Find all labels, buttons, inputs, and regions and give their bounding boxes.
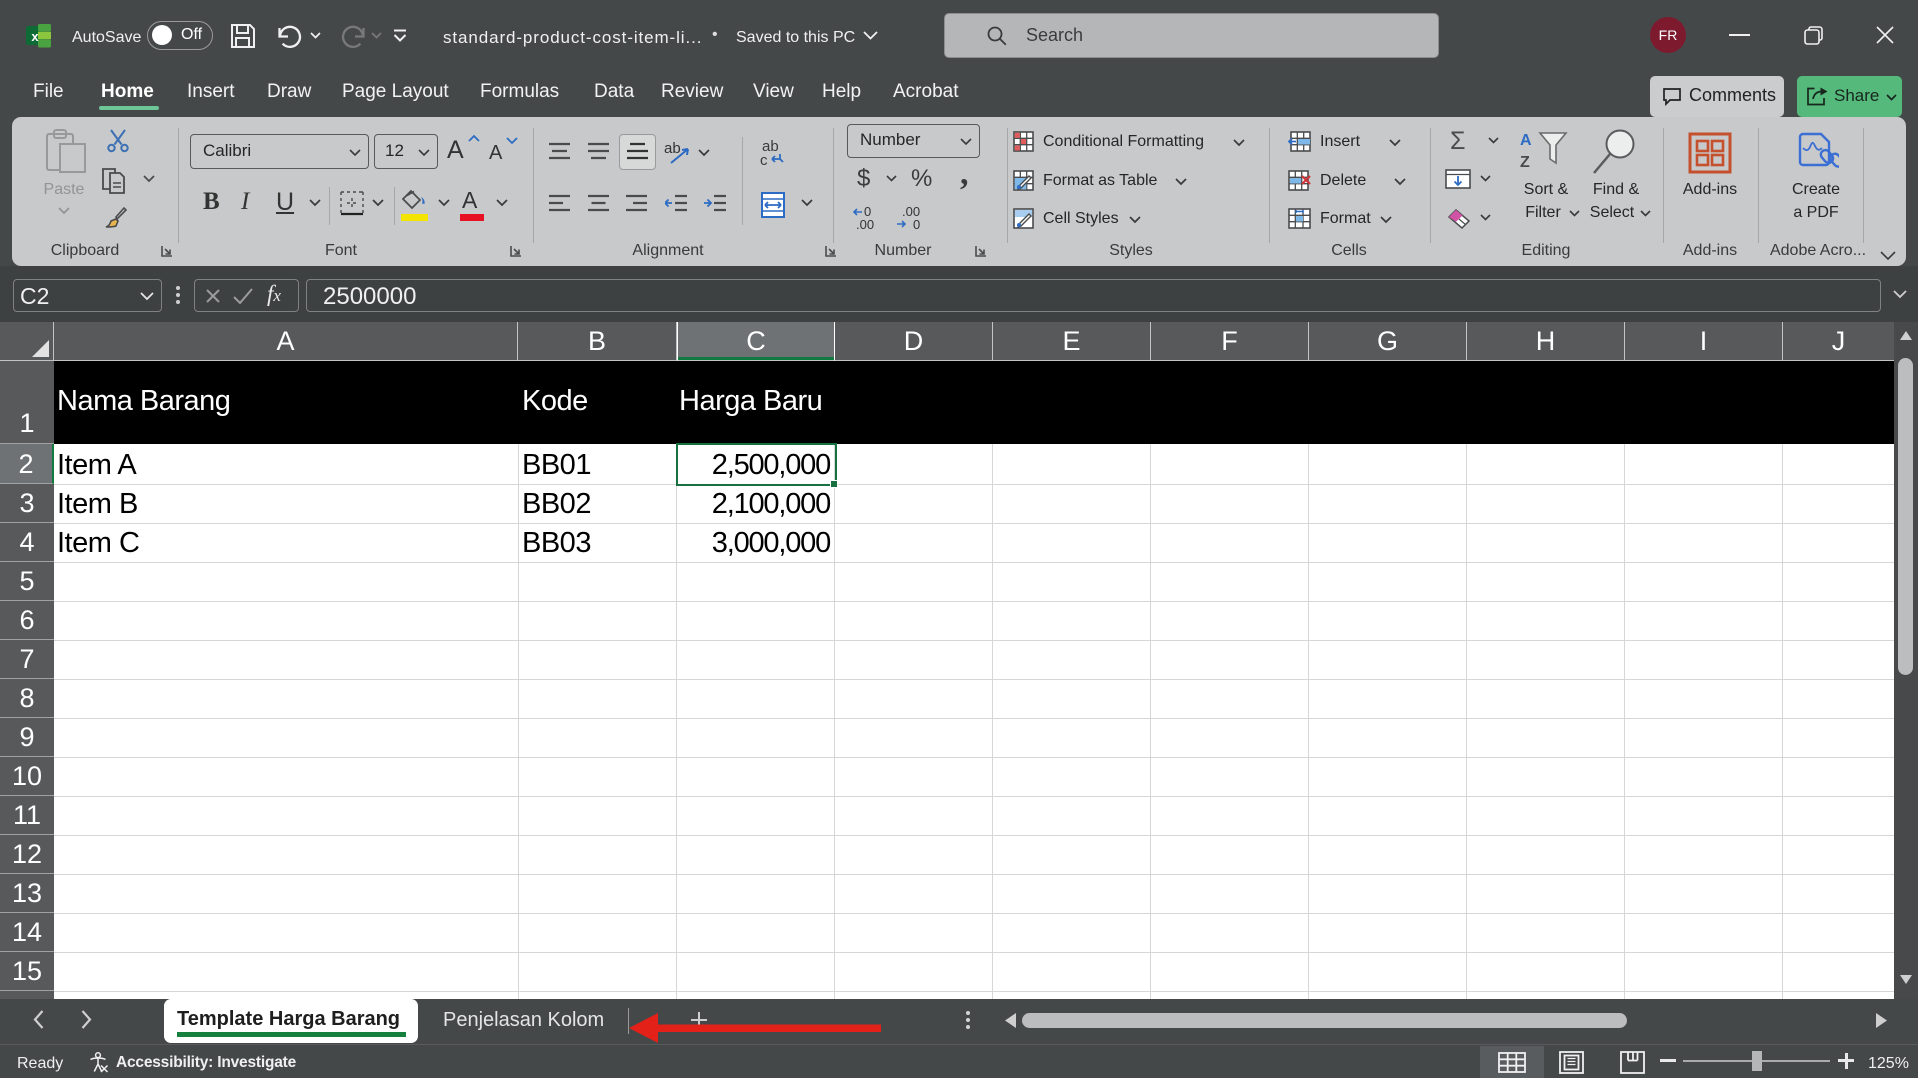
svg-text:.00: .00: [856, 217, 874, 230]
svg-text:A: A: [1520, 132, 1532, 149]
svg-text:x: x: [31, 29, 39, 44]
svg-text:Z: Z: [1520, 154, 1530, 170]
svg-text:0: 0: [913, 217, 920, 230]
svg-text:c: c: [760, 152, 768, 167]
svg-text:ab: ab: [664, 140, 681, 157]
